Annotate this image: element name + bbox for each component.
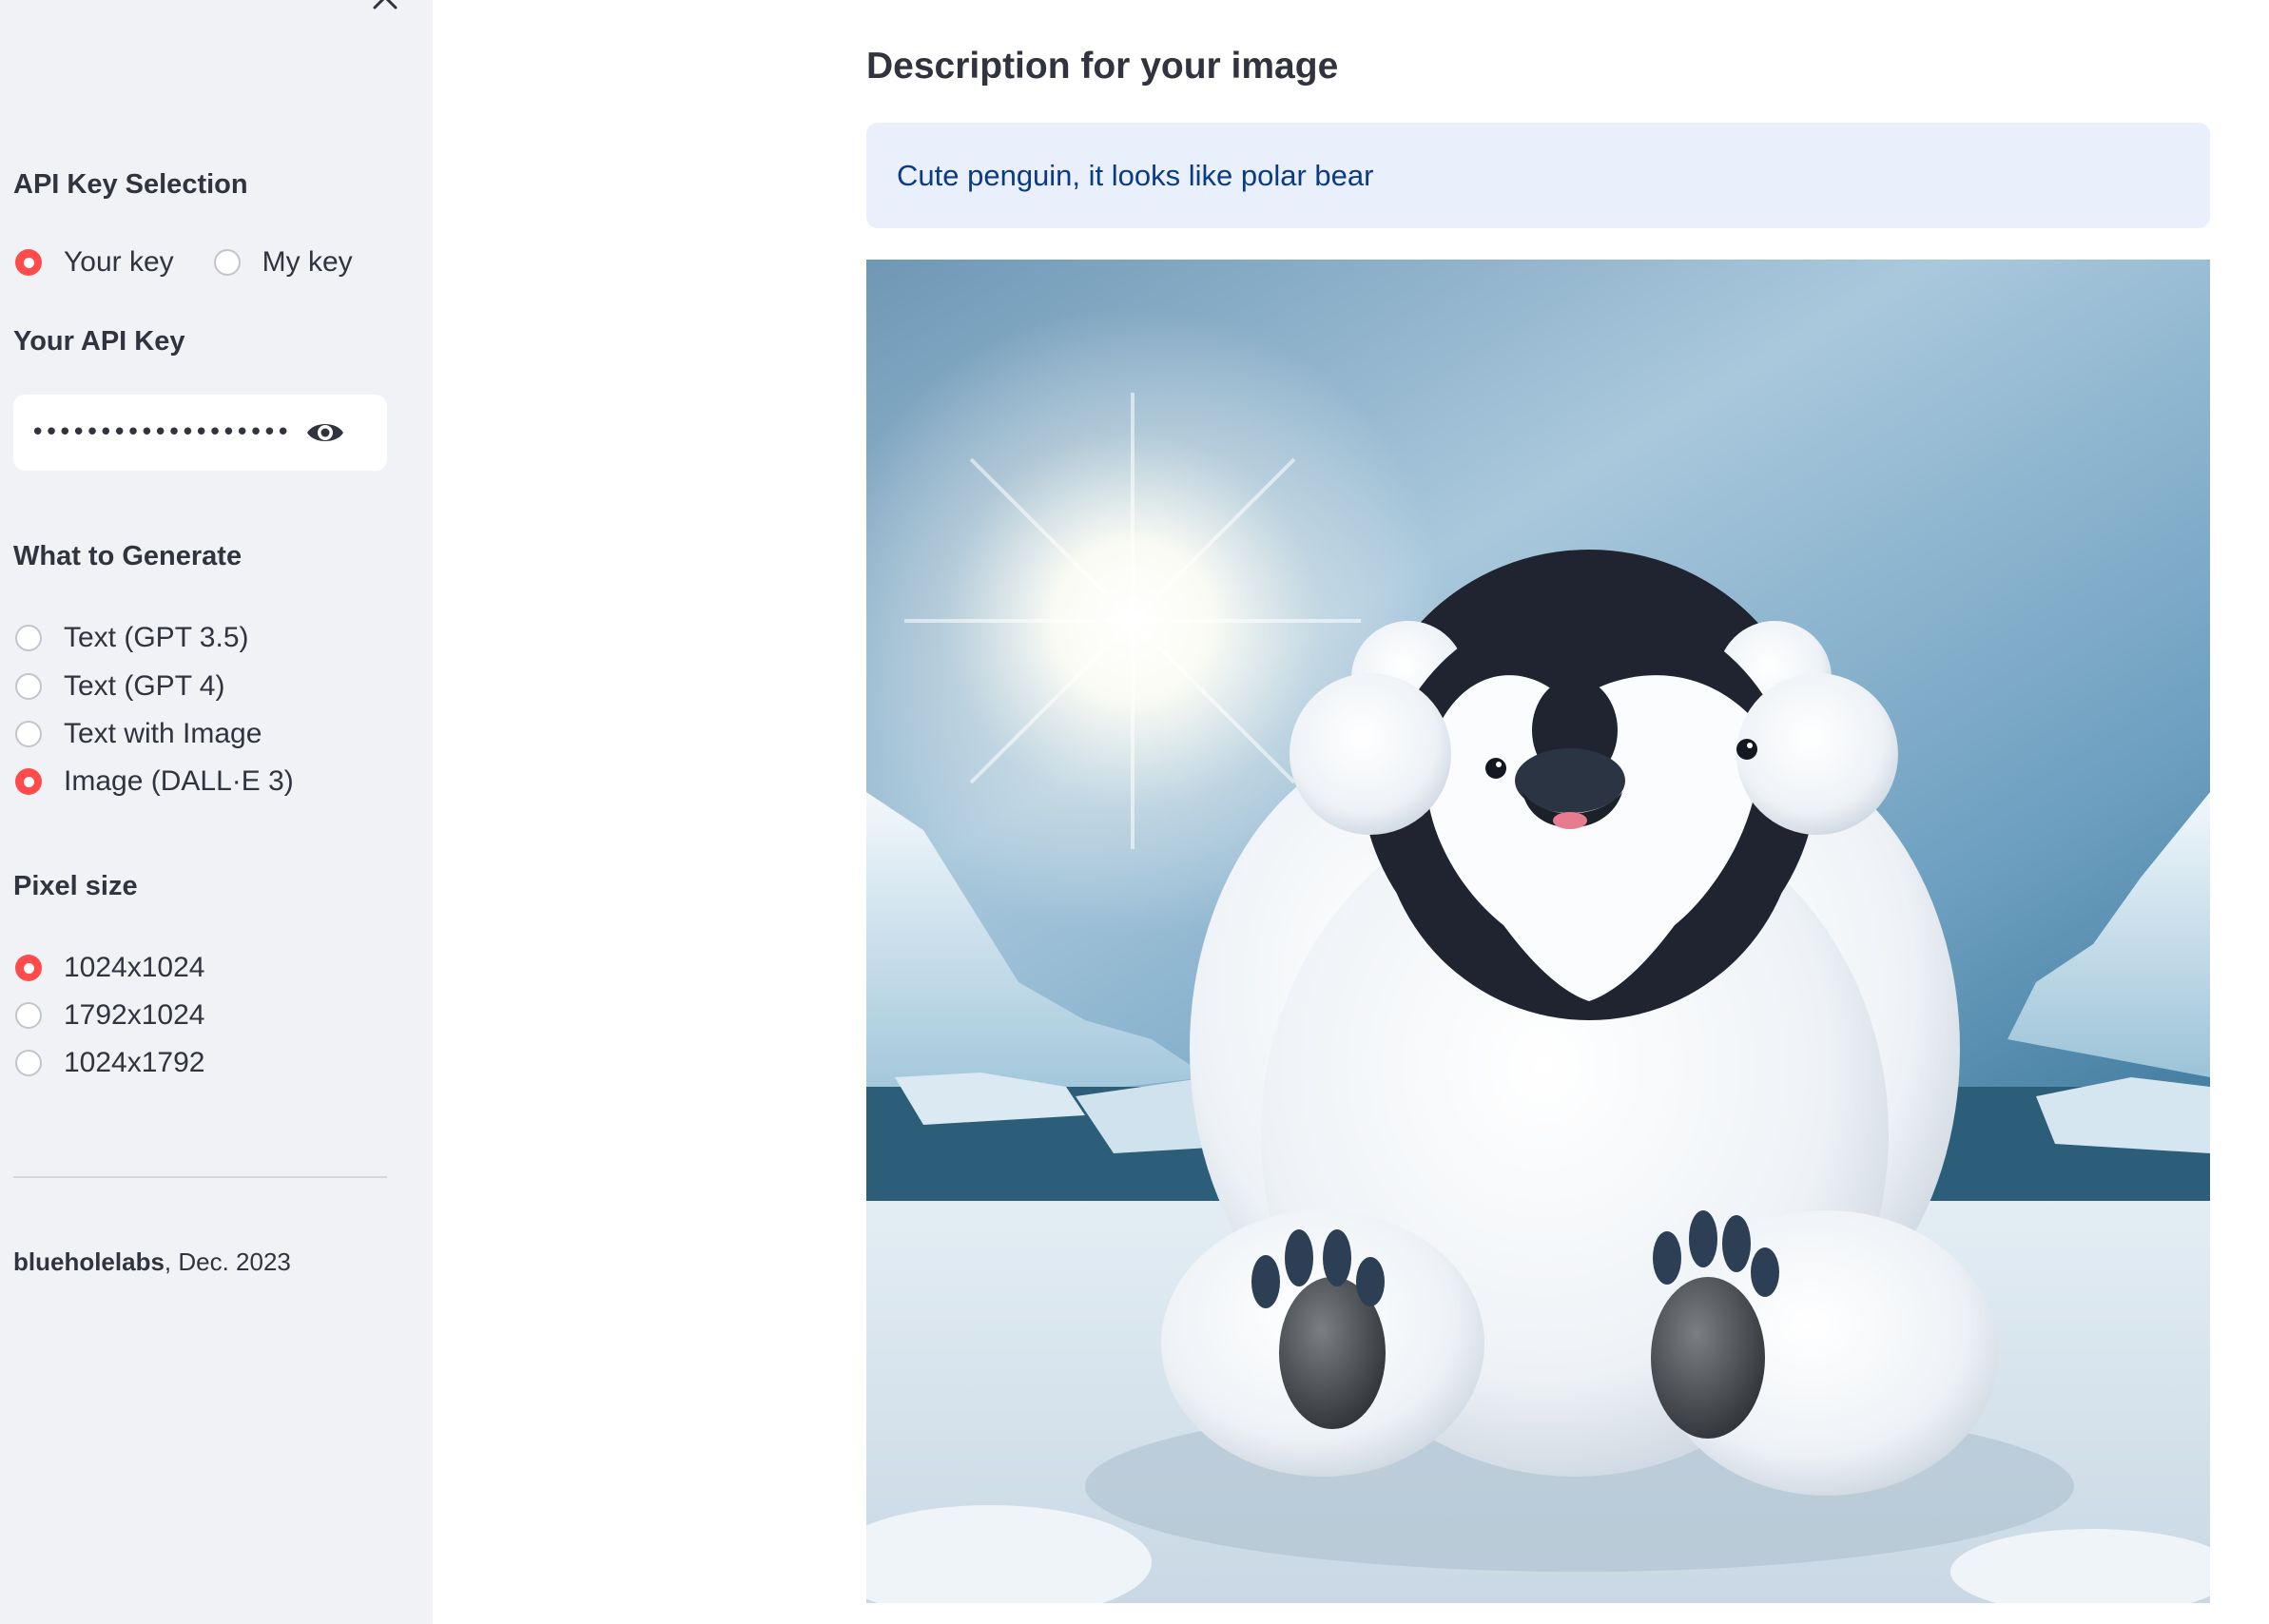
radio-my-key[interactable]: My key bbox=[213, 246, 353, 279]
radio-button[interactable] bbox=[15, 249, 42, 276]
sidebar-footer: blueholelabs, Dec. 2023 bbox=[13, 1247, 291, 1277]
radio-label: Text (GPT 3.5) bbox=[64, 622, 249, 653]
radio-button[interactable] bbox=[15, 1002, 42, 1029]
radio-button[interactable] bbox=[15, 673, 42, 700]
radio-your-key[interactable]: Your key bbox=[15, 246, 174, 279]
radio-button[interactable] bbox=[15, 721, 42, 747]
description-text: Cute penguin, it looks like polar bear bbox=[897, 158, 1374, 192]
radio-button[interactable] bbox=[15, 625, 42, 651]
radio-label: Image (DALL·E 3) bbox=[64, 765, 294, 797]
footer-author: blueholelabs bbox=[13, 1247, 165, 1276]
show-password-eye-icon[interactable] bbox=[304, 416, 346, 450]
radio-1024x1024[interactable]: 1024x1024 bbox=[15, 952, 204, 984]
radio-label: Text with Image bbox=[64, 718, 262, 749]
sidebar: API Key Selection Your key My key Your A… bbox=[0, 0, 433, 1624]
api-key-input[interactable]: •••••••••••••••••••••••••••••••• bbox=[13, 395, 387, 471]
api-key-field-label: Your API Key bbox=[13, 326, 185, 357]
description-info-box: Cute penguin, it looks like polar bear bbox=[866, 123, 2210, 228]
radio-label: 1024x1792 bbox=[64, 1047, 205, 1078]
radio-label: Your key bbox=[64, 246, 174, 278]
page-title: Description for your image bbox=[866, 46, 1339, 87]
generated-image bbox=[866, 260, 2210, 1603]
radio-label: My key bbox=[262, 246, 353, 278]
radio-text-gpt4[interactable]: Text (GPT 4) bbox=[15, 670, 224, 703]
api-key-selection-heading: API Key Selection bbox=[13, 169, 248, 200]
radio-text-gpt35[interactable]: Text (GPT 3.5) bbox=[15, 622, 249, 654]
radio-text-with-image[interactable]: Text with Image bbox=[15, 718, 262, 750]
close-sidebar-icon[interactable] bbox=[369, 0, 401, 15]
pixel-size-heading: Pixel size bbox=[13, 871, 138, 901]
sidebar-divider bbox=[13, 1176, 387, 1178]
radio-1024x1792[interactable]: 1024x1792 bbox=[15, 1047, 204, 1079]
radio-image-dalle3[interactable]: Image (DALL·E 3) bbox=[15, 765, 294, 798]
radio-button[interactable] bbox=[15, 768, 42, 795]
api-key-masked-value[interactable]: •••••••••••••••••••••••••••••••• bbox=[30, 418, 289, 447]
radio-button[interactable] bbox=[213, 249, 241, 276]
what-to-generate-heading: What to Generate bbox=[13, 541, 242, 571]
footer-date: , Dec. 2023 bbox=[164, 1247, 291, 1276]
radio-button[interactable] bbox=[15, 1050, 42, 1076]
radio-button[interactable] bbox=[15, 955, 42, 981]
api-key-radio-group: Your key My key bbox=[15, 246, 353, 279]
radio-label: 1792x1024 bbox=[64, 999, 205, 1031]
radio-label: 1024x1024 bbox=[64, 952, 205, 983]
penguin-polar-bear-illustration bbox=[866, 260, 2210, 1603]
radio-label: Text (GPT 4) bbox=[64, 670, 225, 702]
radio-1792x1024[interactable]: 1792x1024 bbox=[15, 999, 204, 1032]
